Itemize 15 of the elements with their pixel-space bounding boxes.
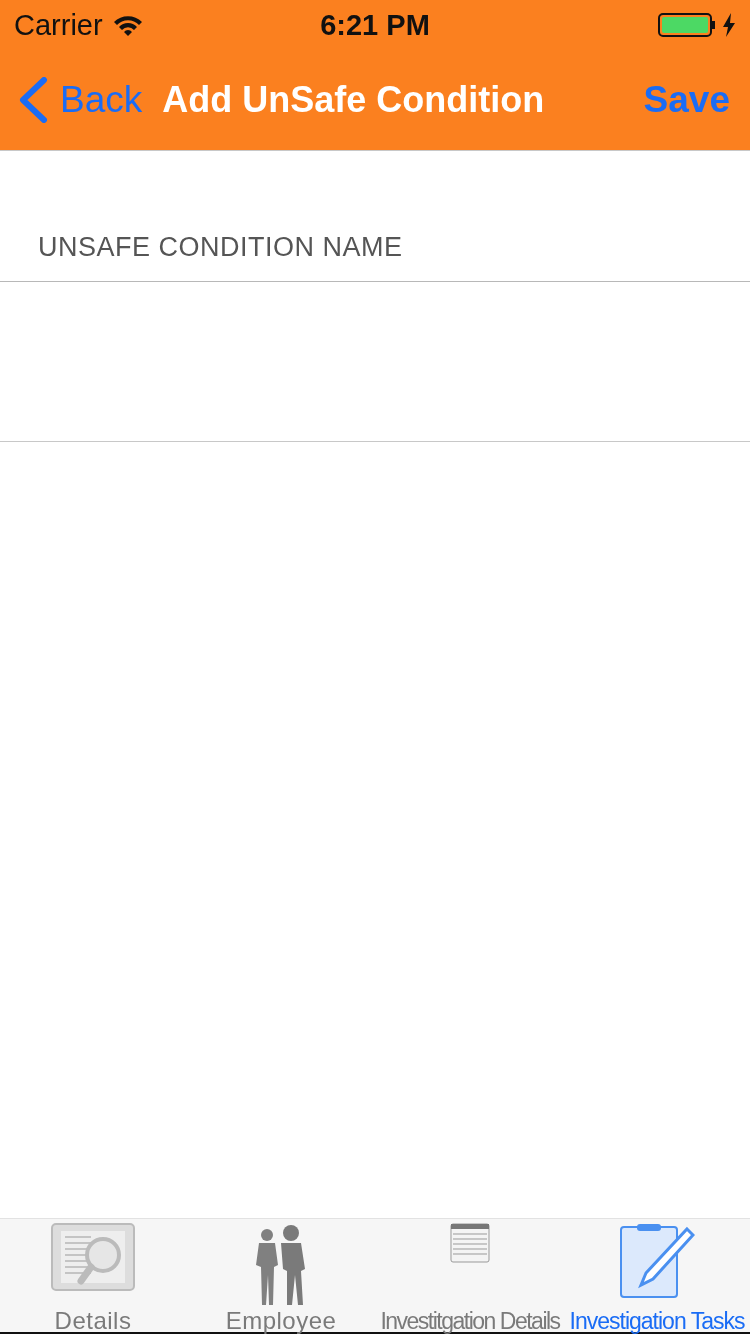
tab-bar-item[interactable]: Details [0,1219,186,1334]
magnifier-document-icon [51,1223,135,1291]
tab-bar-item[interactable]: Employee [186,1219,376,1334]
charging-bolt-icon [722,13,736,37]
tab-bar-item[interactable]: Investigation Tasks [564,1219,750,1334]
chevron-left-icon [18,77,48,123]
carrier-label: Carrier [14,8,103,42]
list-icon [450,1223,490,1263]
wifi-icon [112,14,143,36]
tab-bar-item[interactable]: Investitgation Details [376,1219,564,1334]
screen-title: Add UnSafe Condition [162,79,545,121]
clipboard-pencil-icon [619,1223,695,1299]
clock-time: 6:21 PM [319,8,431,42]
section-label: UNSAFE CONDITION NAME [38,232,403,263]
battery-icon [658,12,716,38]
